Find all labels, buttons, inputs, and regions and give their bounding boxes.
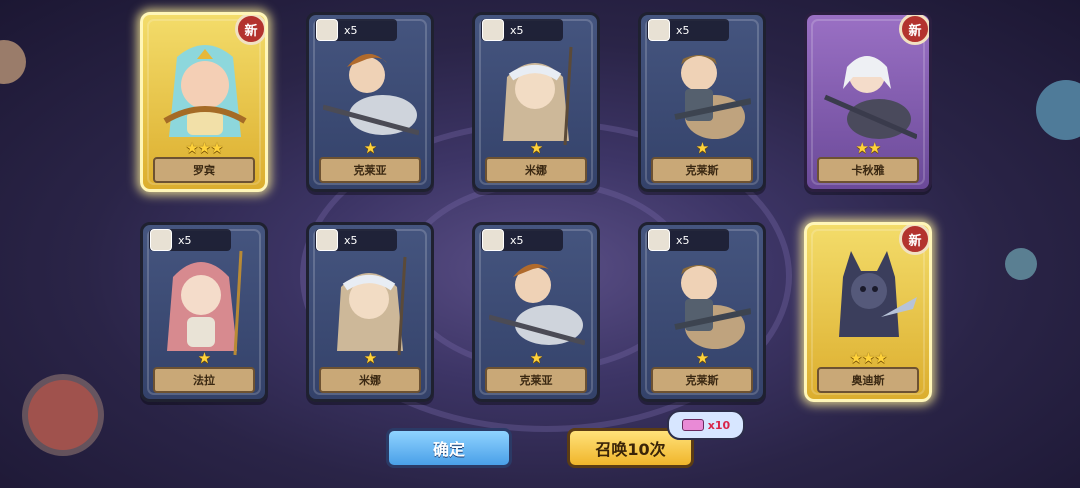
star-rating: ★ (529, 349, 543, 367)
star-rating: ★ (197, 349, 211, 367)
hero-name: 克莱亚 (485, 367, 587, 393)
star-rating: ★ (363, 349, 377, 367)
hero-portrait (503, 46, 573, 146)
hero-portrait (489, 263, 585, 346)
hero-card[interactable]: ★★★ 罗宾 新 (140, 12, 268, 192)
confirm-button[interactable]: 确定 (386, 428, 512, 468)
hero-card[interactable]: x5 ★ 法拉 (140, 222, 268, 402)
hero-portrait (163, 45, 247, 137)
hero-card[interactable]: x5 ★ 米娜 (472, 12, 600, 192)
star-rating: ★ (529, 139, 543, 157)
hero-portrait (167, 250, 243, 356)
hero-name: 奥迪斯 (817, 367, 919, 393)
new-badge: 新 (235, 15, 265, 45)
hero-name: 米娜 (485, 157, 587, 183)
hero-name: 卡秋雅 (817, 157, 919, 183)
hero-name: 法拉 (153, 367, 255, 393)
star-rating: ★ (695, 349, 709, 367)
hero-card[interactable]: x5 ★ 克莱斯 (638, 12, 766, 192)
hero-card[interactable]: ★★ 卡秋雅 新 (804, 12, 932, 192)
hero-card[interactable]: x5 ★ 克莱斯 (638, 222, 766, 402)
new-badge: 新 (899, 225, 929, 255)
hero-portrait (839, 251, 917, 337)
planet-decor (0, 40, 26, 84)
planet-decor (1005, 248, 1037, 280)
hero-portrait (674, 55, 751, 139)
star-rating: ★★★ (185, 139, 223, 157)
hero-name: 克莱斯 (651, 367, 753, 393)
hero-portrait (674, 265, 751, 349)
hero-name: 米娜 (319, 367, 421, 393)
hero-card[interactable]: x5 ★ 克莱亚 (472, 222, 600, 402)
hero-portrait (337, 256, 407, 356)
star-rating: ★ (695, 139, 709, 157)
star-rating: ★★ (855, 139, 882, 157)
star-rating: ★★★ (849, 349, 887, 367)
hero-card[interactable]: ★★★ 奥迪斯 新 (804, 222, 932, 402)
hero-card[interactable]: x5 ★ 米娜 (306, 222, 434, 402)
hero-name: 罗宾 (153, 157, 255, 183)
hero-portrait (323, 53, 419, 136)
summon-cost: x10 (667, 410, 745, 440)
hero-portrait (824, 56, 917, 140)
planet-decor (28, 380, 98, 450)
new-badge: 新 (899, 15, 929, 45)
hero-name: 克莱亚 (319, 157, 421, 183)
star-rating: ★ (363, 139, 377, 157)
eraser-ticket-icon (681, 419, 704, 431)
hero-card[interactable]: x5 ★ 克莱亚 (306, 12, 434, 192)
planet-decor (1036, 80, 1080, 140)
hero-name: 克莱斯 (651, 157, 753, 183)
